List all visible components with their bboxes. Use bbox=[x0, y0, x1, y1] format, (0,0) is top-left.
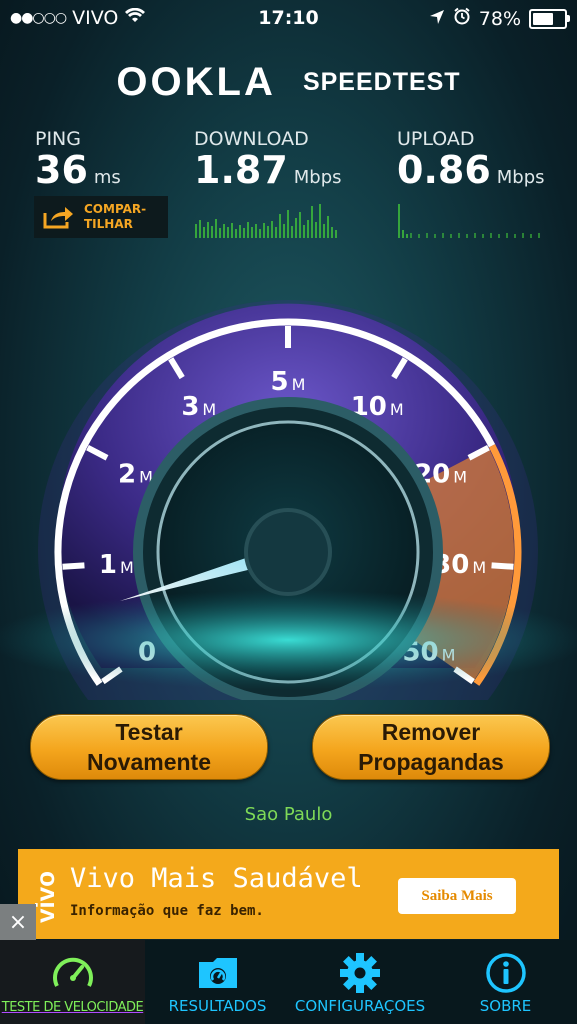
upload-label: UPLOAD bbox=[397, 128, 475, 150]
ping-value: 36 bbox=[35, 148, 88, 192]
gauge-hub bbox=[244, 508, 332, 596]
location-arrow-icon bbox=[429, 8, 445, 30]
ad-cta-button[interactable]: Saiba Mais bbox=[398, 878, 516, 914]
upload-metric: UPLOAD 0.86 Mbps bbox=[397, 128, 545, 198]
test-again-line1: Testar bbox=[115, 719, 183, 745]
share-arrow-icon bbox=[34, 205, 84, 229]
download-graph bbox=[195, 204, 337, 238]
remove-ads-button[interactable]: Remover Propagandas bbox=[312, 714, 550, 780]
remove-ads-line1: Remover bbox=[381, 719, 481, 745]
ad-headline: Vivo Mais Saudável bbox=[70, 863, 363, 894]
ad-banner[interactable]: vivo Vivo Mais Saudável Informação que f… bbox=[18, 849, 559, 939]
wave-effect bbox=[0, 590, 577, 690]
download-unit: Mbps bbox=[293, 167, 342, 188]
tab-settings[interactable]: CONFIGURAÇOES bbox=[286, 940, 434, 1024]
ookla-wordmark: OOKLA bbox=[116, 60, 276, 104]
upload-unit: Mbps bbox=[496, 167, 545, 188]
tab-about[interactable]: SOBRE bbox=[434, 940, 577, 1024]
speedometer-icon bbox=[0, 952, 145, 992]
tab-bar: TESTE DE VELOCIDADE RESULTADOS CONFIGURA… bbox=[0, 940, 577, 1024]
upload-value: 0.86 bbox=[397, 148, 491, 192]
test-again-line2: Novamente bbox=[87, 749, 211, 775]
tab-speed-test[interactable]: TESTE DE VELOCIDADE bbox=[0, 940, 145, 1024]
alarm-icon bbox=[453, 7, 471, 30]
share-label-line1: COMPAR- bbox=[84, 202, 147, 216]
tab-results-label: RESULTADOS bbox=[168, 997, 267, 1015]
ad-close-button[interactable]: × bbox=[0, 904, 36, 940]
speedtest-title: SPEEDTEST bbox=[302, 68, 461, 96]
download-label: DOWNLOAD bbox=[194, 128, 309, 150]
info-icon bbox=[434, 952, 577, 994]
tab-results[interactable]: RESULTADOS bbox=[145, 940, 290, 1024]
ping-label: PING bbox=[35, 128, 81, 150]
app-logo: OOKLA SPEEDTEST bbox=[0, 60, 577, 105]
status-bar: ●●○○○ VIVO 17:10 78% bbox=[0, 0, 577, 36]
remove-ads-line2: Propagandas bbox=[358, 749, 504, 775]
gauge-tick-mark bbox=[491, 562, 514, 570]
results-folder-icon bbox=[145, 952, 290, 992]
tab-about-label: SOBRE bbox=[479, 997, 532, 1015]
ping-unit: ms bbox=[93, 167, 121, 188]
battery-icon bbox=[529, 8, 570, 29]
share-button[interactable]: COMPAR- TILHAR bbox=[34, 196, 168, 238]
tab-settings-label: CONFIGURAÇOES bbox=[294, 997, 426, 1015]
upload-graph bbox=[398, 204, 540, 238]
gear-icon bbox=[286, 952, 434, 994]
server-location: Sao Paulo bbox=[244, 804, 333, 825]
download-value: 1.87 bbox=[194, 148, 288, 192]
share-label-line2: TILHAR bbox=[84, 217, 133, 231]
test-again-button[interactable]: Testar Novamente bbox=[30, 714, 268, 780]
ad-subline: Informação que faz bem. bbox=[70, 903, 264, 919]
gauge-tick-mark bbox=[62, 562, 85, 570]
battery-percent: 78% bbox=[478, 7, 521, 30]
ping-metric: PING 36 ms bbox=[35, 128, 121, 198]
download-metric: DOWNLOAD 1.87 Mbps bbox=[194, 128, 342, 198]
speed-gauge: 01M2M3M5M10M20M30M50M bbox=[0, 300, 577, 700]
tab-speed-test-label: TESTE DE VELOCIDADE bbox=[1, 1000, 144, 1015]
